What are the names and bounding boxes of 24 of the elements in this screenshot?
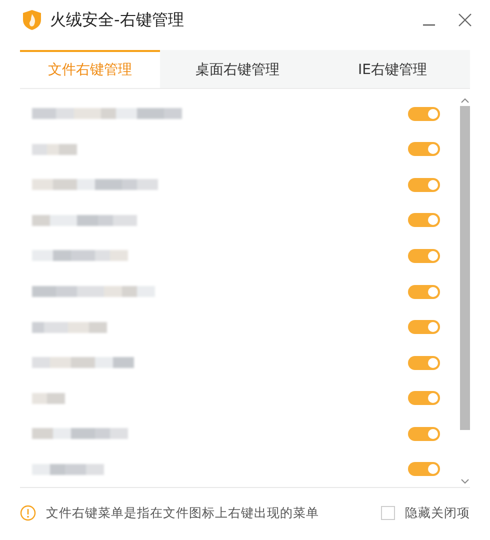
scroll-up-icon[interactable] [461,98,469,103]
scrollbar-thumb[interactable] [460,106,470,430]
toggle-switch[interactable] [408,106,440,121]
toggle-switch[interactable] [408,320,440,334]
toggle-switch[interactable] [408,462,440,476]
toggle-switch[interactable] [408,284,440,298]
toggle-switch[interactable] [408,178,440,192]
hint-text: 文件右键菜单是指在文件图标上右键出现的菜单 [46,504,319,522]
toggle-switch[interactable] [408,356,440,370]
checkbox[interactable] [381,506,395,520]
toggle-switch[interactable] [408,248,440,263]
toggle-switch[interactable] [408,426,440,441]
window-title: 火绒安全-右键管理 [50,10,184,30]
toggle-switch[interactable] [408,391,440,406]
close-icon[interactable] [458,13,472,27]
warning-icon [20,505,36,521]
toggle-switch[interactable] [408,142,440,156]
toggle-switch[interactable] [408,213,440,228]
shield-flame-icon [22,9,42,31]
blurred-label [32,464,104,475]
scroll-down-icon[interactable] [461,479,469,484]
checkbox-label[interactable]: 隐藏关闭项 [405,504,470,522]
blurred-label [32,144,77,155]
blurred-label [32,392,65,404]
